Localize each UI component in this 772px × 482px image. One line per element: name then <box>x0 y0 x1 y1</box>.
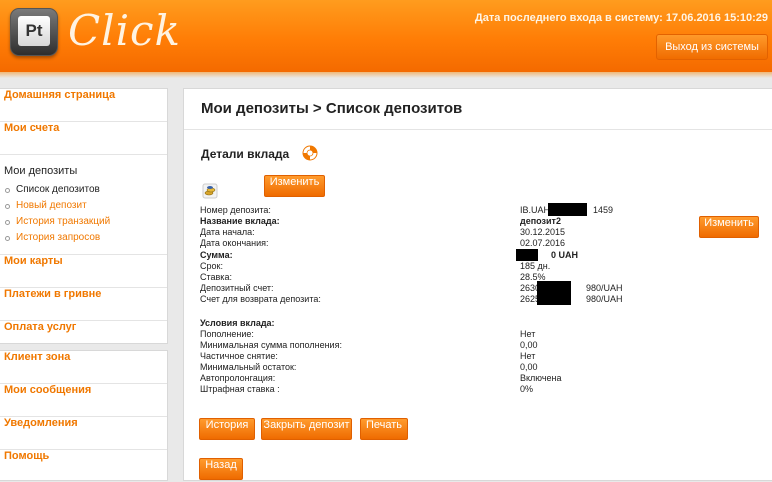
condition-value: Нет <box>520 329 536 339</box>
conditions-title: Условия вклада: <box>200 318 275 328</box>
sidebar-item-client-zone[interactable]: Клиент зона <box>0 351 167 384</box>
sidebar-subitem-new-deposit[interactable]: Новый депозит <box>4 198 167 214</box>
detail-label: Срок: <box>200 261 223 271</box>
detail-value: 02.07.2016 <box>520 238 566 248</box>
logo-text: Click <box>68 6 181 55</box>
sidebar-item-home[interactable]: Домашняя страница <box>0 89 167 122</box>
sidebar-main: Домашняя страница Мои счета Мои депозиты… <box>0 88 168 344</box>
detail-label: Дата окончания: <box>200 238 269 248</box>
redaction-mask <box>537 290 571 305</box>
detail-value: 30.12.2015 <box>520 227 566 237</box>
sidebar-item-cards[interactable]: Мои карты <box>0 255 167 288</box>
deposit-coins-icon <box>202 183 218 199</box>
condition-label: Минимальная сумма пополнения: <box>200 340 342 350</box>
sidebar-item-accounts[interactable]: Мои счета <box>0 122 167 155</box>
detail-label: Ставка: <box>200 272 232 282</box>
logo-icon[interactable]: Pt <box>10 8 58 56</box>
sidebar-item-payments-uah[interactable]: Платежи в гривне <box>0 288 167 321</box>
detail-value: IB.UAH <box>520 205 551 215</box>
edit-button-top[interactable]: Изменить <box>264 175 325 197</box>
detail-label: Дата начала: <box>200 227 255 237</box>
edit-button-right[interactable]: Изменить <box>699 216 759 238</box>
condition-value: Включена <box>520 373 562 383</box>
redaction-mask <box>516 249 538 261</box>
detail-value: 185 дн. <box>520 261 551 271</box>
sidebar-section-deposits: Мои депозиты Список депозитов Новый депо… <box>0 155 167 255</box>
sidebar-item-help[interactable]: Помощь <box>0 450 167 482</box>
sidebar-item-messages[interactable]: Мои сообщения <box>0 384 167 417</box>
sidebar-subitem-request-history[interactable]: История запросов <box>4 230 167 246</box>
details-title: Детали вклада <box>201 147 290 161</box>
detail-label: Сумма: <box>200 250 233 260</box>
page-title: Мои депозиты > Список депозитов <box>201 100 463 117</box>
title-divider <box>184 129 772 130</box>
condition-label: Штрафная ставка : <box>200 384 280 394</box>
detail-label: Номер депозита: <box>200 205 271 215</box>
detail-label: Счет для возврата депозита: <box>200 294 321 304</box>
sidebar-subitem-transaction-history[interactable]: История транзакций <box>4 214 167 230</box>
condition-label: Минимальный остаток: <box>200 362 297 372</box>
detail-label: Депозитный счет: <box>200 283 274 293</box>
sidebar-client: Клиент зона Мои сообщения Уведомления По… <box>0 350 168 481</box>
condition-value: Нет <box>520 351 536 361</box>
condition-value: 0% <box>520 384 534 394</box>
detail-value-tail: 1459 <box>593 205 614 215</box>
detail-value-tail: 980/UAH <box>586 294 623 304</box>
detail-value: депозит2 <box>520 216 561 226</box>
last-login-info: Дата последнего входа в систему: 17.06.2… <box>474 12 768 24</box>
detail-value: 0 UAH <box>551 250 579 260</box>
condition-label: Частичное снятие: <box>200 351 278 361</box>
sidebar-deposits-heading[interactable]: Мои депозиты <box>4 165 167 177</box>
header-shadow <box>0 72 772 78</box>
close-deposit-button[interactable]: Закрыть депозит <box>261 418 352 440</box>
condition-label: Пополнение: <box>200 329 254 339</box>
sidebar-item-notifications[interactable]: Уведомления <box>0 417 167 450</box>
redaction-mask <box>548 203 587 216</box>
detail-value-tail: 980/UAH <box>586 283 623 293</box>
logo-badge: Pt <box>18 16 50 46</box>
sidebar-item-service-payments[interactable]: Оплата услуг <box>0 321 167 353</box>
condition-label: Автопролонгация: <box>200 373 276 383</box>
detail-label: Название вклада: <box>200 216 280 226</box>
back-button[interactable]: Назад <box>199 458 243 480</box>
print-button[interactable]: Печать <box>360 418 408 440</box>
sidebar-subitem-deposit-list[interactable]: Список депозитов <box>4 182 167 198</box>
condition-value: 0,00 <box>520 340 538 350</box>
lifebuoy-help-icon[interactable] <box>302 145 318 161</box>
app-header: Pt Click Дата последнего входа в систему… <box>0 0 772 72</box>
logout-button[interactable]: Выход из системы <box>656 34 768 60</box>
main-panel: Мои депозиты > Список депозитов Детали в… <box>183 88 772 481</box>
history-button[interactable]: История <box>199 418 255 440</box>
condition-value: 0,00 <box>520 362 538 372</box>
